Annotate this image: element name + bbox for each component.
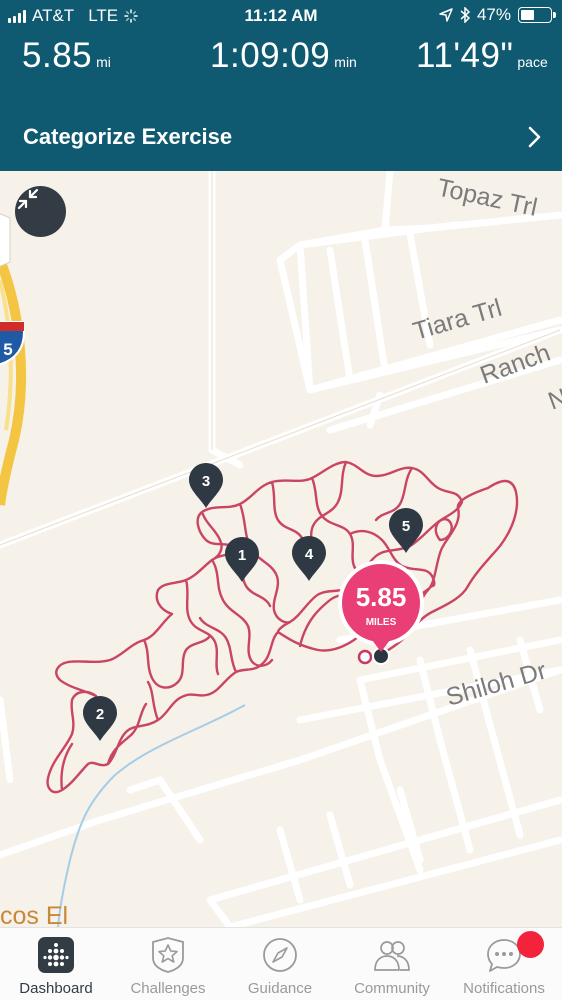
categorize-exercise-label: Categorize Exercise (23, 124, 233, 149)
battery-icon (518, 7, 556, 23)
bottom-tab-bar: Dashboard Challenges Guidance Community … (0, 927, 562, 1000)
tab-challenges[interactable]: Challenges (112, 928, 224, 1000)
distance-stat: 5.85 mi (22, 36, 111, 76)
distance-unit: mi (96, 54, 111, 70)
tab-notifications[interactable]: Notifications (448, 928, 560, 1000)
tab-challenges-label: Challenges (130, 980, 206, 997)
duration-stat: 1:09:09 min (210, 36, 357, 76)
pace-value: 11'49" (416, 36, 514, 75)
summary-distance-value: 5.85 (356, 582, 407, 612)
tab-dashboard-label: Dashboard (19, 980, 93, 997)
mile-marker-label: 4 (305, 546, 314, 563)
status-right: 47% (439, 5, 556, 25)
route-map[interactable]: 5 Topaz Trl Tiara Trl Ranch N Shiloh Dr … (0, 171, 562, 927)
distance-value: 5.85 (22, 36, 93, 75)
categorize-exercise-button[interactable]: Categorize Exercise (0, 110, 562, 165)
location-arrow-icon (439, 8, 453, 22)
mile-marker-label: 3 (202, 473, 210, 490)
pace-stat: 11'49" pace (416, 36, 548, 76)
mile-marker-label: 1 (238, 547, 246, 564)
mile-marker-label: 2 (96, 706, 104, 723)
tab-community-label: Community (354, 980, 430, 997)
pace-unit: pace (517, 54, 548, 70)
tab-guidance-label: Guidance (247, 980, 313, 997)
summary-distance-unit: MILES (366, 617, 397, 628)
workout-header: AT&T LTE 11:12 AM 47% 5.85 mi 1:09:09 mi… (0, 0, 562, 171)
notification-badge (517, 931, 544, 958)
workout-stats: 5.85 mi 1:09:09 min 11'49" pace (0, 30, 562, 76)
chevron-right-icon (528, 126, 541, 148)
duration-value: 1:09:09 (210, 36, 331, 75)
collapse-map-button[interactable] (15, 186, 66, 237)
mile-marker-label: 5 (402, 518, 410, 535)
tab-guidance[interactable]: Guidance (224, 928, 336, 1000)
collapse-arrows-icon (17, 188, 39, 210)
highway-shield-number: 5 (3, 340, 12, 359)
people-icon (374, 941, 410, 971)
tab-dashboard[interactable]: Dashboard (0, 928, 112, 1000)
status-bar: AT&T LTE 11:12 AM 47% (0, 0, 562, 32)
route-start-dot (357, 649, 373, 665)
battery-percent: 47% (476, 5, 511, 24)
tab-notifications-label: Notifications (463, 980, 545, 997)
duration-unit: min (334, 54, 357, 70)
compass-icon (263, 938, 297, 972)
star-badge-icon (152, 937, 184, 973)
bluetooth-icon (460, 7, 470, 23)
dashboard-dots-icon (38, 937, 74, 973)
tab-community[interactable]: Community (336, 928, 448, 1000)
place-label-cos: cos El (0, 902, 68, 927)
